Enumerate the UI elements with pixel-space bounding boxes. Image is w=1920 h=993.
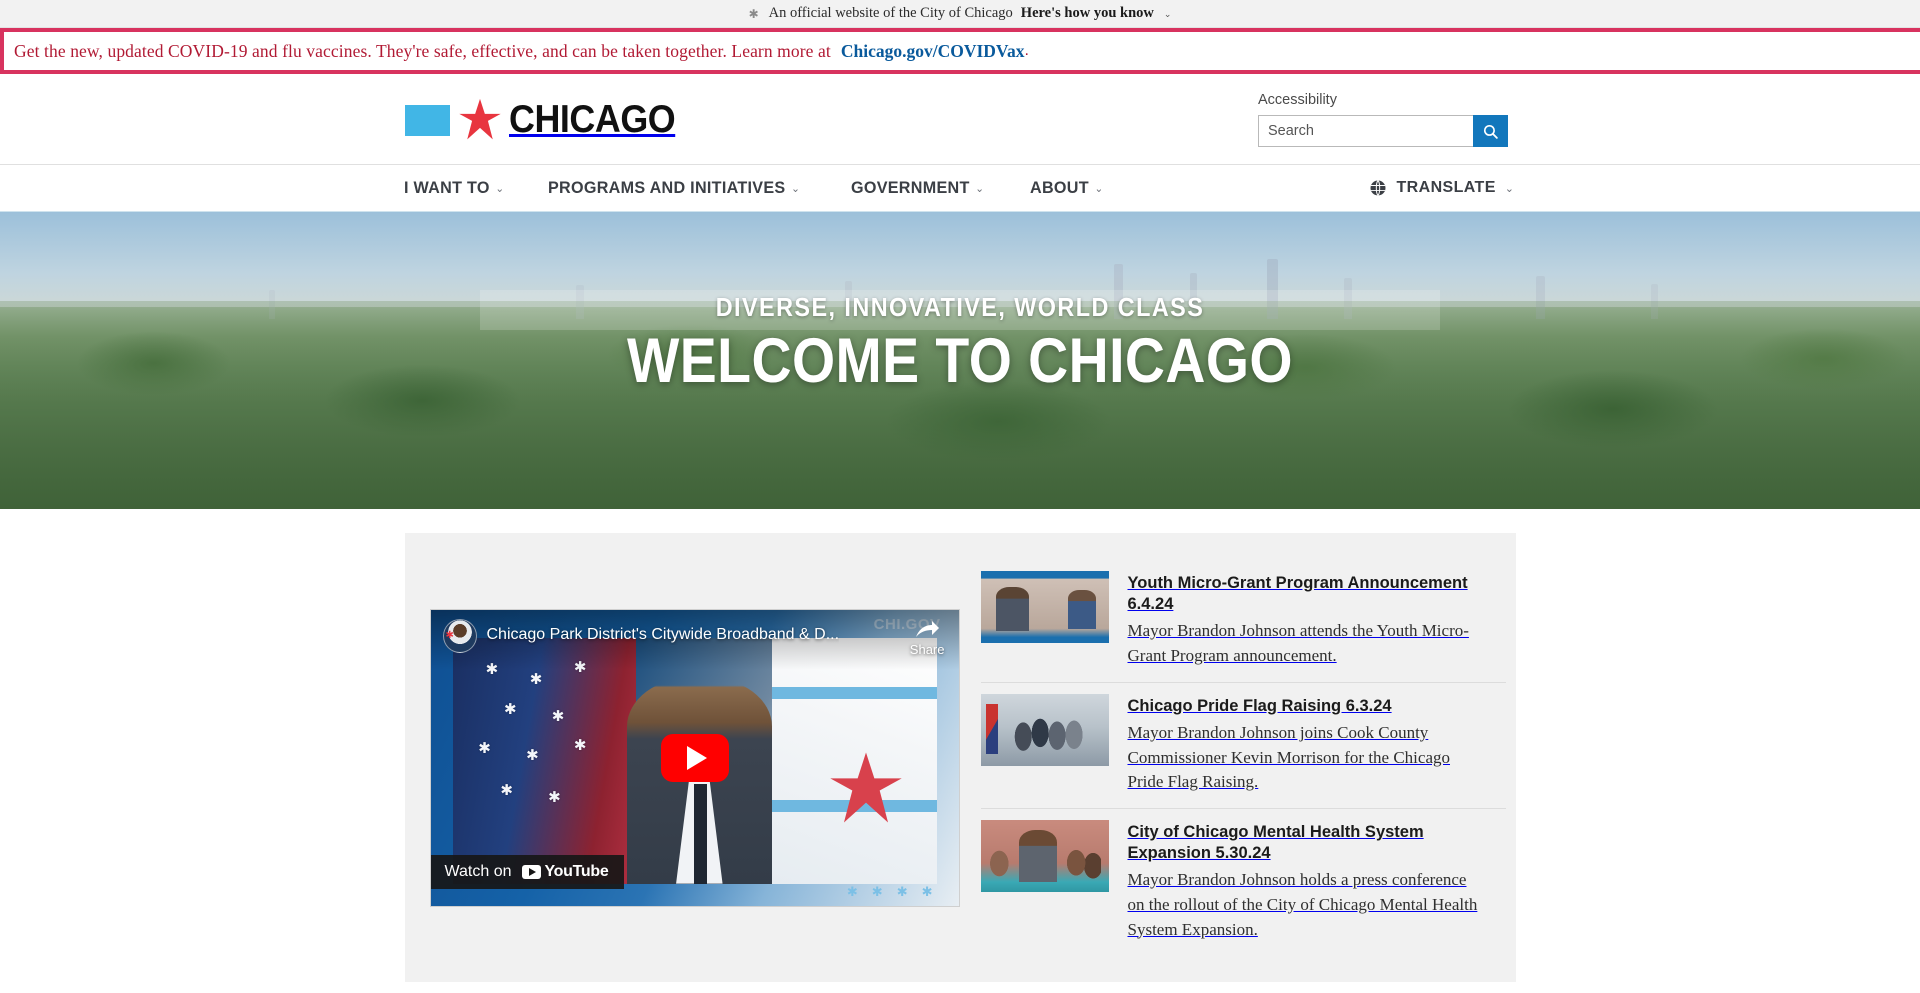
nav-label: GOVERNMENT bbox=[851, 178, 970, 197]
news-description: Mayor Brandon Johnson joins Cook County … bbox=[1127, 723, 1451, 792]
chicago-flag bbox=[771, 637, 937, 884]
site-masthead: CHICAGO Accessibility bbox=[0, 74, 1920, 164]
video-decorative-stars: ✱ ✱ ✱ ✱ bbox=[847, 884, 933, 900]
news-title: Chicago Pride Flag Raising 6.3.24 bbox=[1127, 696, 1392, 715]
chevron-down-icon: ⌄ bbox=[975, 182, 985, 195]
feature-card: ✱ ✱ ✱ ✱ ✱ ✱ ✱ ✱ ✱ ✱ Chicago Park Distric… bbox=[404, 533, 1516, 983]
nav-item-government[interactable]: GOVERNMENT ⌄ bbox=[851, 178, 984, 198]
chicago-logo[interactable]: CHICAGO bbox=[405, 98, 690, 142]
list-item[interactable]: Chicago Pride Flag Raising 6.3.24 Mayor … bbox=[980, 681, 1506, 809]
news-body: City of Chicago Mental Health System Exp… bbox=[1128, 820, 1506, 942]
star-icon: ✱ bbox=[921, 883, 933, 899]
list-item[interactable]: Youth Micro-Grant Program Announcement 6… bbox=[980, 560, 1506, 682]
share-label: Share bbox=[909, 641, 945, 657]
news-title: City of Chicago Mental Health System Exp… bbox=[1127, 823, 1424, 862]
nav-items: I WANT TO ⌄ PROGRAMS AND INITIATIVES ⌄ G… bbox=[404, 178, 1107, 198]
youtube-logo: YouTube bbox=[521, 862, 609, 881]
star-icon: ✱ bbox=[896, 883, 908, 899]
play-triangle-icon bbox=[687, 745, 707, 770]
chevron-down-icon[interactable]: ⌄ bbox=[1164, 9, 1172, 20]
chevron-down-icon: ⌄ bbox=[495, 182, 505, 195]
nav-item-programs-and-initiatives[interactable]: PROGRAMS AND INITIATIVES ⌄ bbox=[548, 178, 800, 198]
chevron-down-icon: ⌄ bbox=[1504, 182, 1514, 195]
video-column: ✱ ✱ ✱ ✱ ✱ ✱ ✱ ✱ ✱ ✱ Chicago Park Distric… bbox=[415, 560, 975, 955]
hero-banner: DIVERSE, INNOVATIVE, WORLD CLASS WELCOME… bbox=[0, 212, 1920, 509]
chevron-down-icon: ⌄ bbox=[1094, 182, 1104, 195]
nav-label: ABOUT bbox=[1029, 178, 1089, 197]
covid-alert-banner: Get the new, updated COVID-19 and flu va… bbox=[0, 28, 1920, 74]
translate-label: TRANSLATE bbox=[1396, 179, 1496, 196]
search-button[interactable] bbox=[1473, 115, 1508, 147]
news-thumbnail bbox=[980, 820, 1109, 893]
accessibility-link[interactable]: Accessibility bbox=[1258, 92, 1508, 108]
nav-label: PROGRAMS AND INITIATIVES bbox=[547, 178, 786, 197]
chicago-star-icon bbox=[459, 98, 501, 140]
us-flag: ✱ ✱ ✱ ✱ ✱ ✱ ✱ ✱ ✱ ✱ bbox=[452, 637, 637, 884]
nav-item-about[interactable]: ABOUT ⌄ bbox=[1030, 178, 1104, 198]
star-icon: ✱ bbox=[445, 629, 454, 641]
star-icon: ✱ bbox=[871, 883, 883, 899]
search-area: Accessibility bbox=[1258, 92, 1508, 147]
video-title[interactable]: Chicago Park District's Citywide Broadba… bbox=[487, 619, 840, 645]
youtube-video-player[interactable]: ✱ ✱ ✱ ✱ ✱ ✱ ✱ ✱ ✱ ✱ Chicago Park Distric… bbox=[429, 608, 960, 907]
official-site-text: An official website of the City of Chica… bbox=[768, 5, 1013, 21]
watch-on-label: Watch on bbox=[444, 862, 512, 880]
covidvax-link[interactable]: Chicago.gov/COVIDVax bbox=[841, 41, 1025, 62]
youtube-play-icon bbox=[521, 864, 541, 879]
alert-period: . bbox=[1024, 42, 1029, 59]
news-body: Youth Micro-Grant Program Announcement 6… bbox=[1128, 571, 1506, 669]
official-government-bar: ✱ An official website of the City of Chi… bbox=[0, 0, 1920, 28]
alert-message: Get the new, updated COVID-19 and flu va… bbox=[14, 40, 831, 61]
youtube-brand-label: YouTube bbox=[544, 862, 609, 880]
star-icon: ✱ bbox=[748, 6, 759, 21]
list-item[interactable]: City of Chicago Mental Health System Exp… bbox=[980, 808, 1506, 955]
main-navigation: I WANT TO ⌄ PROGRAMS AND INITIATIVES ⌄ G… bbox=[0, 164, 1920, 212]
nav-item-i-want-to[interactable]: I WANT TO ⌄ bbox=[404, 178, 504, 198]
youtube-play-button[interactable] bbox=[660, 733, 729, 782]
logo-wordmark: CHICAGO bbox=[509, 98, 676, 141]
heres-how-you-know-button[interactable]: Here's how you know bbox=[1021, 5, 1154, 22]
chevron-down-icon: ⌄ bbox=[790, 182, 800, 195]
hero-kicker: DIVERSE, INNOVATIVE, WORLD CLASS bbox=[715, 292, 1205, 322]
news-description: Mayor Brandon Johnson attends the Youth … bbox=[1127, 621, 1469, 665]
content-wrapper: ✱ ✱ ✱ ✱ ✱ ✱ ✱ ✱ ✱ ✱ Chicago Park Distric… bbox=[0, 509, 1920, 983]
chicago-flag-star-icon bbox=[830, 752, 902, 823]
logo-blue-square-icon bbox=[405, 104, 450, 136]
share-arrow-icon bbox=[916, 620, 940, 637]
watch-on-youtube-button[interactable]: Watch on YouTube bbox=[430, 854, 625, 889]
star-icon: ✱ bbox=[846, 883, 858, 899]
news-thumbnail bbox=[980, 571, 1109, 643]
news-description: Mayor Brandon Johnson holds a press conf… bbox=[1127, 870, 1478, 939]
hero-title: WELCOME TO CHICAGO bbox=[626, 326, 1293, 396]
search-input[interactable] bbox=[1258, 115, 1473, 147]
nav-label: I WANT TO bbox=[404, 178, 490, 197]
channel-avatar[interactable]: ✱ bbox=[442, 618, 477, 653]
video-title-bar: ✱ Chicago Park District's Citywide Broad… bbox=[430, 609, 959, 670]
search-icon bbox=[1483, 124, 1498, 139]
globe-icon bbox=[1370, 180, 1386, 196]
news-title: Youth Micro-Grant Program Announcement 6… bbox=[1127, 574, 1468, 613]
share-button[interactable]: Share bbox=[910, 620, 945, 657]
search-row bbox=[1258, 115, 1508, 147]
translate-button[interactable]: TRANSLATE ⌄ bbox=[1369, 179, 1514, 197]
news-thumbnail bbox=[980, 693, 1109, 766]
news-body: Chicago Pride Flag Raising 6.3.24 Mayor … bbox=[1128, 694, 1478, 796]
hero-text-block: DIVERSE, INNOVATIVE, WORLD CLASS WELCOME… bbox=[0, 292, 1920, 393]
news-list: Youth Micro-Grant Program Announcement 6… bbox=[975, 560, 1506, 955]
